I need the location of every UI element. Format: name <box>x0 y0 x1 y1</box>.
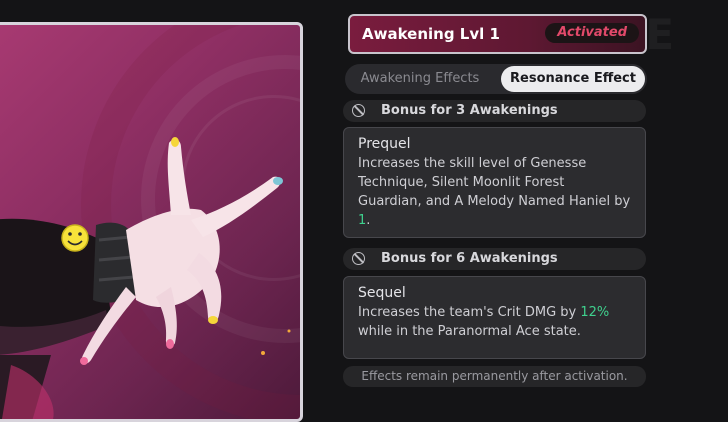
effect-description-text: Increases the team's Crit DMG by <box>358 305 581 320</box>
character-hand-illustration <box>0 137 291 419</box>
tab-awakening-effects[interactable]: Awakening Effects <box>349 66 491 92</box>
effect-tabs: Awakening Effects Resonance Effect <box>345 64 647 94</box>
section-header-label: Bonus for 3 Awakenings <box>381 103 558 118</box>
section-header-label: Bonus for 6 Awakenings <box>381 251 558 266</box>
awakening-level-title: Awakening Lvl 1 <box>362 25 500 43</box>
awakening-title-bar: Awakening Lvl 1 Activated <box>348 14 647 54</box>
footer-note: Effects remain permanently after activat… <box>343 366 646 387</box>
smiley-face-icon <box>61 224 89 252</box>
section-header-3-awakenings: Bonus for 3 Awakenings <box>343 100 646 122</box>
effect-description-end: . <box>366 213 371 228</box>
effect-description-end: while in the Paranormal Ace state. <box>358 324 581 339</box>
section-header-6-awakenings: Bonus for 6 Awakenings <box>343 248 646 270</box>
effect-title: Prequel <box>358 136 411 152</box>
locked-status-icon <box>352 252 365 265</box>
prequel-effect-card: Prequel Increases the skill level of Gen… <box>343 127 646 238</box>
effect-title: Sequel <box>358 285 406 301</box>
sequel-effect-card: Sequel Increases the team's Crit DMG by … <box>343 276 646 359</box>
locked-status-icon <box>352 104 365 117</box>
activated-status-badge: Activated <box>545 23 639 43</box>
effect-description: Increases the skill level of Genesse Tec… <box>358 154 631 230</box>
effect-description: Increases the team's Crit DMG by 12% whi… <box>358 303 631 341</box>
tab-resonance-effect[interactable]: Resonance Effect <box>501 66 645 92</box>
character-art-card <box>0 22 303 422</box>
awakening-panel: Awakening Lvl 1 Activated Awakening Effe… <box>343 0 648 409</box>
effect-value-highlight: 12% <box>580 305 610 320</box>
effect-description-text: Increases the skill level of Genesse Tec… <box>358 156 631 209</box>
